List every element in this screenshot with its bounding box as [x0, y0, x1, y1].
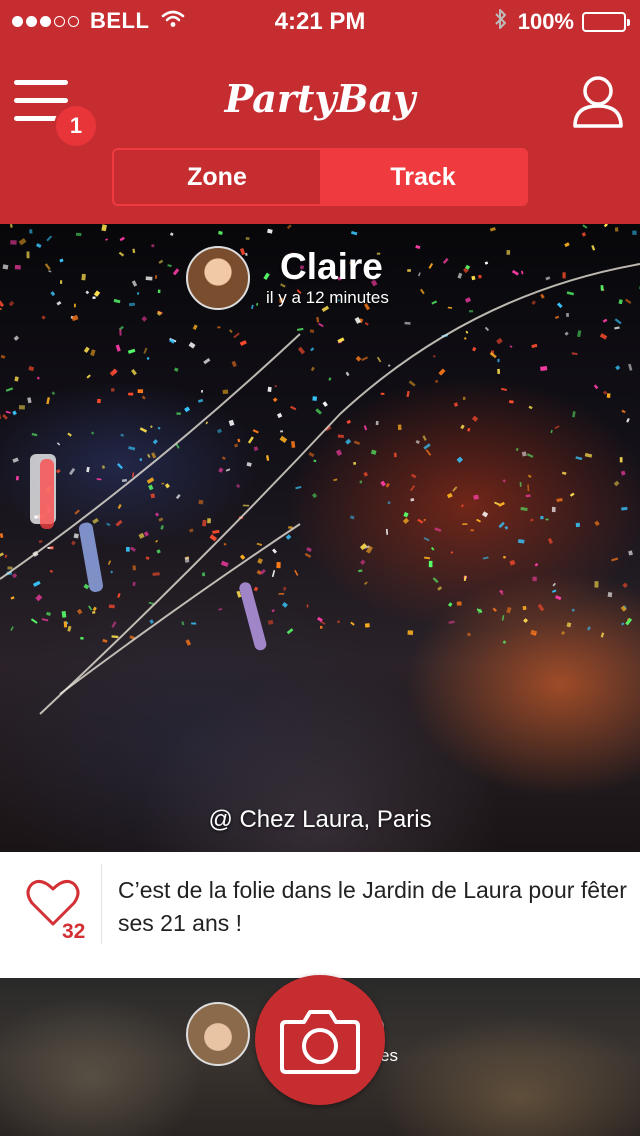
user-icon [573, 76, 623, 128]
view-switcher: Zone Track [112, 148, 528, 206]
footer-divider [101, 864, 102, 944]
author-avatar[interactable] [186, 246, 250, 310]
camera-button[interactable] [255, 975, 385, 1105]
status-right: 100% [494, 8, 630, 36]
confetti-decoration [0, 224, 640, 715]
post-photo[interactable] [0, 224, 640, 852]
bluetooth-icon [494, 8, 508, 36]
post-caption: C’est de la folie dans le Jardin de Laur… [118, 877, 627, 936]
battery-icon [582, 12, 630, 32]
post-footer: 32 C’est de la folie dans le Jardin de L… [0, 852, 640, 978]
like-count: 32 [62, 920, 86, 943]
app-header: BELL 4:21 PM 100% 1 PartyBay Zone Track [0, 0, 640, 224]
profile-button[interactable] [572, 74, 624, 130]
camera-icon [280, 1010, 360, 1074]
post-timestamp: il y a 12 minutes [266, 288, 389, 307]
status-bar: BELL 4:21 PM 100% [0, 0, 640, 40]
post-location[interactable]: @ Chez Laura, Paris [0, 806, 640, 834]
next-author-avatar[interactable] [186, 1002, 250, 1066]
post-author-name[interactable]: Claire [280, 246, 383, 288]
tab-track[interactable]: Track [320, 150, 526, 204]
battery-percent: 100% [517, 9, 574, 34]
tab-zone[interactable]: Zone [114, 150, 320, 204]
app-logo: PartyBay [224, 76, 416, 121]
